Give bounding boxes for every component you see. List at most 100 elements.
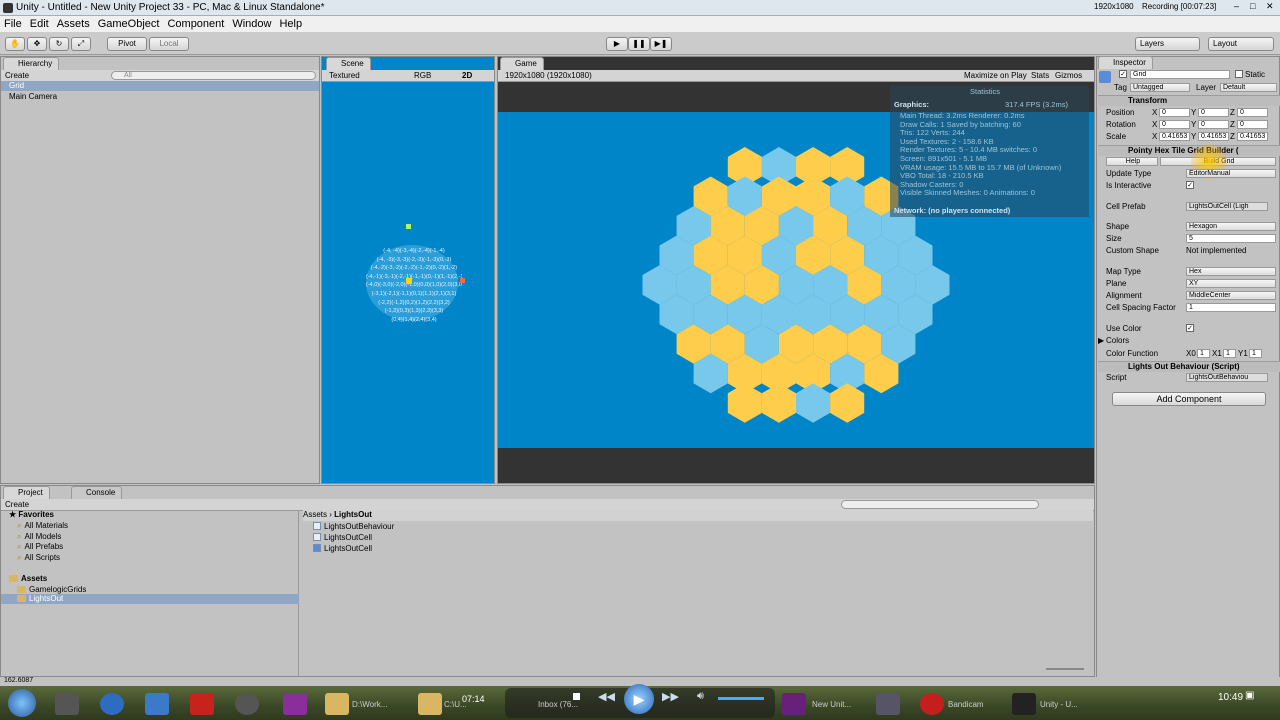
menu-help[interactable]: Help <box>275 16 306 30</box>
update-type-dropdown[interactable]: EditorManual <box>1186 169 1276 178</box>
favorite-item[interactable]: ⌕ All Scripts <box>17 553 60 563</box>
use-color-checkbox[interactable]: ✓ <box>1186 324 1194 332</box>
position-x-field[interactable]: 0 <box>1159 108 1190 117</box>
shading-dropdown[interactable]: Textured <box>329 71 360 80</box>
favorite-item[interactable]: ⌕ All Materials <box>17 521 68 531</box>
tab-inspector[interactable]: Inspector <box>1098 56 1153 69</box>
taskbar-steam2-icon[interactable] <box>235 693 259 715</box>
play-circle-icon[interactable]: ▶ <box>624 684 654 714</box>
rotation-y-field[interactable]: 0 <box>1198 120 1229 129</box>
start-button[interactable] <box>8 689 36 717</box>
tab-scene[interactable]: Scene <box>326 57 371 70</box>
taskbar-unity-icon[interactable] <box>1012 693 1036 715</box>
tag-dropdown[interactable]: Untagged <box>1130 83 1190 92</box>
color-function-field-3[interactable]: 1 <box>1223 349 1236 358</box>
taskbar-acrobat-icon[interactable] <box>190 693 214 715</box>
position-z-field[interactable]: 0 <box>1237 108 1268 117</box>
taskbar-explorer2-icon[interactable] <box>418 693 442 715</box>
hand-tool-button[interactable]: ✋ <box>5 37 25 51</box>
menu-gameobject[interactable]: GameObject <box>94 16 164 30</box>
menu-file[interactable]: File <box>0 16 26 30</box>
size-field[interactable]: 5 <box>1186 234 1276 243</box>
project-create-button[interactable]: Create <box>5 500 29 509</box>
object-name-field[interactable]: Grid <box>1130 70 1230 79</box>
taskbar-item-unity[interactable]: Unity - U... <box>1040 700 1078 709</box>
script-field[interactable]: LightsOutBehaviou <box>1186 373 1268 382</box>
cell-prefab-field[interactable]: LightsOutCell (Ligh <box>1186 202 1268 211</box>
2d-toggle[interactable]: 2D <box>462 71 472 80</box>
hex-cell[interactable] <box>830 383 865 423</box>
file-item[interactable]: LightsOutCell <box>313 544 372 553</box>
folder-lightsout[interactable]: LightsOut <box>1 594 299 604</box>
minimize-button[interactable]: – <box>1234 1 1246 13</box>
layers-dropdown[interactable]: Layers <box>1135 37 1200 51</box>
notification-icon[interactable]: ▣ <box>1245 690 1254 701</box>
folder-gamelogicgrids[interactable]: GamelogicGrids <box>17 585 86 594</box>
favorites-label[interactable]: ★ Favorites <box>9 510 54 519</box>
icon-size-slider[interactable] <box>1046 668 1084 670</box>
volume-icon[interactable]: 🔊︎ <box>697 690 704 703</box>
pivot-button[interactable]: Pivot <box>107 37 147 51</box>
taskbar-item-inbox[interactable]: Inbox (76... <box>538 700 578 709</box>
tab-project[interactable]: Project <box>3 486 50 499</box>
taskbar-item-work[interactable]: D:\Work... <box>352 700 387 709</box>
add-component-button[interactable]: Add Component <box>1112 392 1266 406</box>
maximize-button[interactable]: □ <box>1250 1 1262 13</box>
volume-slider[interactable] <box>718 697 764 700</box>
taskbar-firefox-icon[interactable] <box>100 693 124 715</box>
scale-y-field[interactable]: 0.41653 <box>1198 132 1229 141</box>
static-checkbox[interactable] <box>1235 70 1243 78</box>
is-interactive-checkbox[interactable]: ✓ <box>1186 181 1194 189</box>
stop-icon[interactable] <box>573 693 580 700</box>
menu-edit[interactable]: Edit <box>26 16 53 30</box>
scale-tool-button[interactable]: ⤢ <box>71 37 91 51</box>
gizmos-dropdown[interactable]: Gizmos <box>1055 71 1082 80</box>
file-item[interactable]: LightsOutCell <box>313 533 372 542</box>
file-item[interactable]: LightsOutBehaviour <box>313 522 394 531</box>
layout-dropdown[interactable]: Layout <box>1208 37 1274 51</box>
menu-window[interactable]: Window <box>228 16 275 30</box>
alignment-dropdown[interactable]: MiddleCenter <box>1186 291 1276 300</box>
taskbar-window-icon[interactable] <box>876 693 900 715</box>
taskbar-steam-icon[interactable] <box>145 693 169 715</box>
hex-cell[interactable] <box>761 383 796 423</box>
color-function-field-1[interactable]: 1 <box>1197 349 1210 358</box>
hierarchy-item-grid[interactable]: Grid <box>1 81 319 91</box>
rewind-icon[interactable]: ◀◀ <box>598 690 615 703</box>
menu-assets[interactable]: Assets <box>53 16 94 30</box>
fast-forward-icon[interactable]: ▶▶ <box>662 690 679 703</box>
project-search-input[interactable] <box>841 500 1039 509</box>
color-function-field-5[interactable]: 1 <box>1249 349 1262 358</box>
close-button[interactable]: ✕ <box>1266 1 1278 13</box>
favorite-item[interactable]: ⌕ All Models <box>17 532 61 542</box>
lights-out-header[interactable]: Lights Out Behaviour (Script) <box>1098 361 1280 372</box>
position-y-field[interactable]: 0 <box>1198 108 1229 117</box>
breadcrumb-assets[interactable]: Assets <box>303 510 327 519</box>
move-tool-button[interactable]: ✥ <box>27 37 47 51</box>
colors-foldout-arrow[interactable]: ▶ <box>1098 336 1104 345</box>
hierarchy-create-button[interactable]: Create <box>5 71 29 80</box>
favorite-item[interactable]: ⌕ All Prefabs <box>17 542 63 552</box>
hierarchy-item-main-camera[interactable]: Main Camera <box>9 92 57 101</box>
hex-cell[interactable] <box>727 383 762 423</box>
tab-hierarchy[interactable]: Hierarchy <box>3 57 60 70</box>
taskbar-visualstudio-icon[interactable] <box>782 693 806 715</box>
help-button[interactable]: Help <box>1106 157 1158 166</box>
assets-label[interactable]: Assets <box>9 574 47 583</box>
rotation-z-field[interactable]: 0 <box>1237 120 1268 129</box>
taskbar-apps-icon[interactable] <box>55 693 79 715</box>
step-button[interactable]: ▶❚ <box>650 37 672 51</box>
color-channel-dropdown[interactable]: RGB <box>414 71 431 80</box>
pause-button[interactable]: ❚❚ <box>628 37 650 51</box>
rotate-tool-button[interactable]: ↻ <box>49 37 69 51</box>
hex-cell[interactable] <box>796 383 831 423</box>
taskbar-onenote-icon[interactable] <box>283 693 307 715</box>
rotation-x-field[interactable]: 0 <box>1159 120 1190 129</box>
layer-dropdown[interactable]: Default <box>1220 83 1277 92</box>
menu-component[interactable]: Component <box>163 16 228 30</box>
plane-dropdown[interactable]: XY <box>1186 279 1276 288</box>
grid-builder-header[interactable]: Pointy Hex Tile Grid Builder ( <box>1098 145 1280 156</box>
taskbar-explorer-icon[interactable] <box>325 693 349 715</box>
tab-game[interactable]: Game <box>500 57 544 70</box>
taskbar-item-newunity[interactable]: New Unit... <box>812 700 851 709</box>
